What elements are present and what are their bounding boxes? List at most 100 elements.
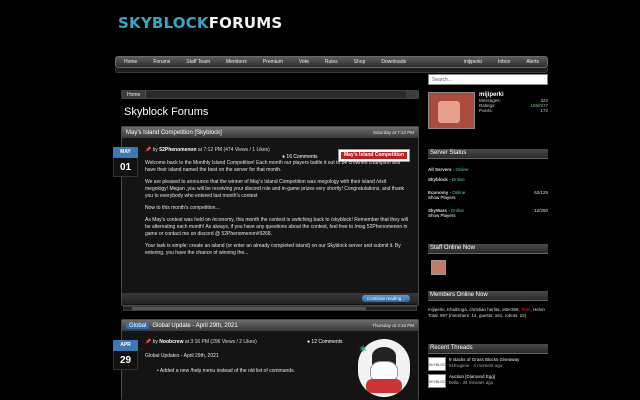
- thread-item[interactable]: SKYBLOCK 9 stacks of Grass Blocks Giveaw…: [428, 357, 548, 371]
- main-navbar: Home Forums Staff Team Members Premium V…: [115, 56, 548, 68]
- post-list-text: Added a new /help menu instead of the ol…: [159, 368, 295, 374]
- thread-text: Auction [Diamond Egg] bella · 34 minutes …: [449, 374, 495, 388]
- show-players-link[interactable]: Show Players: [428, 195, 548, 200]
- post-body: Welcome back to the Monthly Island Compe…: [145, 160, 410, 262]
- recent-threads-title: Recent Threads: [428, 344, 548, 354]
- members-online-panel: Members Online Now mijiperki, KhaiDoga, …: [428, 291, 548, 319]
- continue-reading-button[interactable]: Continue reading...: [361, 295, 410, 302]
- post-title[interactable]: May's Island Competition [Skyblock]: [126, 130, 222, 136]
- thread-sub: bella · 34 minutes ago: [449, 380, 494, 385]
- nav-shop[interactable]: Shop: [346, 59, 374, 65]
- staff-online-title: Staff Online Now: [428, 244, 548, 254]
- nav-subbar: [115, 68, 548, 73]
- comments-count[interactable]: ● 12 Comments: [307, 339, 343, 345]
- date-month: APR: [113, 340, 138, 351]
- members-total: Total: 997 (members: 14, guests: 161, ro…: [428, 313, 527, 318]
- post-author[interactable]: Noobcrew: [159, 339, 183, 345]
- page-title: Skyblock Forums: [124, 106, 209, 118]
- post-body: Global Updates - April 29th, 2021 • Adde…: [145, 353, 350, 380]
- post-card: Global Global Update - April 29th, 2021 T…: [113, 319, 419, 400]
- server-status-title: Server Status: [428, 149, 548, 159]
- post-paragraph: Your task is simple: create an island (o…: [145, 243, 401, 256]
- logo-part-forums: FORUMS: [208, 14, 283, 32]
- thread-thumbnail: SKYBLOCK: [428, 357, 448, 371]
- avatar-face: [438, 101, 460, 123]
- server-status-panel: Server Status All Servers - Online Skybl…: [428, 149, 548, 218]
- server-count: 12/250: [534, 208, 548, 213]
- nav-inbox[interactable]: Inbox: [490, 59, 518, 65]
- nav-account[interactable]: mijiperki: [456, 59, 490, 65]
- horizontal-scrollbar[interactable]: [123, 306, 417, 311]
- breadcrumb: Home: [121, 90, 419, 99]
- thread-sub: 51Eugene · A moment ago: [449, 363, 503, 368]
- post-meta: 📌 by 52Phenomenon at 7:12 PM (474 Views …: [145, 147, 270, 153]
- nav-vote[interactable]: Vote: [291, 59, 317, 65]
- nav-members[interactable]: Members: [218, 59, 255, 65]
- post-paragraph: Welcome back to the Monthly Island Compe…: [145, 160, 401, 173]
- breadcrumb-endcap: [406, 91, 418, 98]
- server-row: All Servers - Online: [428, 167, 469, 172]
- post-title[interactable]: Global Update - April 29th, 2021: [152, 323, 237, 329]
- date-day: 29: [113, 351, 138, 370]
- post-paragraph: Now to this month's competition...: [145, 205, 220, 211]
- nav-rules[interactable]: Rules: [317, 59, 346, 65]
- thread-item[interactable]: SKYBLOCK Auction [Diamond Egg] bella · 34…: [428, 374, 548, 388]
- stat-label: Points:: [479, 108, 493, 113]
- nav-premium[interactable]: Premium: [255, 59, 291, 65]
- thread-thumbnail: SKYBLOCK: [428, 374, 448, 388]
- nav-staff-team[interactable]: Staff Team: [178, 59, 218, 65]
- post-date: Thursday at 3:16 PM: [372, 323, 414, 328]
- date-month: MAY: [113, 147, 138, 158]
- date-day: 01: [113, 158, 138, 177]
- site-logo[interactable]: SKYBLOCKFORUMS: [118, 14, 282, 32]
- post-date: Saturday at 7:12 PM: [372, 130, 414, 135]
- user-stat-row: Points: 172: [479, 108, 548, 113]
- date-badge: APR 29: [113, 340, 138, 370]
- mascot-cape: [366, 379, 402, 393]
- stat-value[interactable]: 172: [540, 108, 548, 113]
- post-paragraph: We are pleased to announce that the winn…: [145, 179, 405, 199]
- user-avatar[interactable]: [428, 92, 475, 129]
- post-paragraph: As May's contest was held on /economy, t…: [145, 217, 408, 237]
- user-panel: mijiperki Messages: 322 Ratings: 165/0/77 …: [479, 92, 548, 113]
- palm-decoration: ✶: [358, 342, 369, 356]
- nav-home[interactable]: Home: [116, 59, 145, 65]
- server-count: 62/125: [534, 190, 548, 195]
- staff-avatar[interactable]: [431, 260, 446, 275]
- server-name: All Servers: [428, 167, 452, 172]
- post-meta: 📌 by Noobcrew at 3:16 PM (296 Views / 2 …: [145, 339, 257, 345]
- search-input[interactable]: Search...: [428, 74, 548, 85]
- members-names-more[interactable]: , Helon: [531, 307, 545, 312]
- post-header: May's Island Competition [Skyblock] Satu…: [122, 127, 418, 138]
- post-list-item: • Added a new /help menu instead of the …: [157, 368, 295, 374]
- post-tag[interactable]: Global: [126, 322, 150, 329]
- server-status: Online: [451, 177, 465, 182]
- post-meta-text: at 3:16 PM (296 Views / 2 Likes): [184, 339, 257, 345]
- server-status: Online: [455, 167, 469, 172]
- server-name: Skyblock: [428, 177, 448, 182]
- comment-icon: ●: [307, 339, 311, 345]
- members-names[interactable]: mijiperki, KhaiDoga, christian herlita, …: [428, 307, 520, 312]
- thread-text: 9 stacks of Grass Blocks Giveaway 51Eugen…: [449, 357, 519, 371]
- post-paragraph: Global Updates - April 29th, 2021: [145, 353, 219, 359]
- logo-part-skyblock: SKYBLOCK: [118, 14, 209, 32]
- recent-threads-panel: Recent Threads SKYBLOCK 9 stacks of Gras…: [428, 344, 548, 388]
- show-players-link[interactable]: Show Players: [428, 213, 548, 218]
- banner-text: May's Island Competition: [341, 152, 407, 159]
- post-meta-text: at 7:12 PM (474 Views / 1 Likes): [197, 147, 270, 153]
- staff-online-panel: Staff Online Now: [428, 244, 548, 275]
- pin-icon: 📌: [145, 147, 152, 153]
- post-card: May's Island Competition [Skyblock] Satu…: [113, 126, 419, 306]
- post-title-wrap[interactable]: Global Global Update - April 29th, 2021: [126, 322, 238, 329]
- pin-icon: 📌: [145, 339, 152, 345]
- nav-forums[interactable]: Forums: [145, 59, 178, 65]
- scrollbar-thumb[interactable]: [132, 307, 366, 310]
- members-names-staff[interactable]: Tims: [521, 307, 531, 312]
- post-author[interactable]: 52Phenomenon: [159, 147, 196, 153]
- nav-downloads[interactable]: Downloads: [373, 59, 414, 65]
- date-badge: MAY 01: [113, 147, 138, 177]
- post-header: Global Global Update - April 29th, 2021 T…: [122, 320, 418, 331]
- breadcrumb-home[interactable]: Home: [122, 91, 147, 98]
- server-row: Skyblock - Online: [428, 177, 465, 182]
- nav-alerts[interactable]: Alerts: [518, 59, 547, 65]
